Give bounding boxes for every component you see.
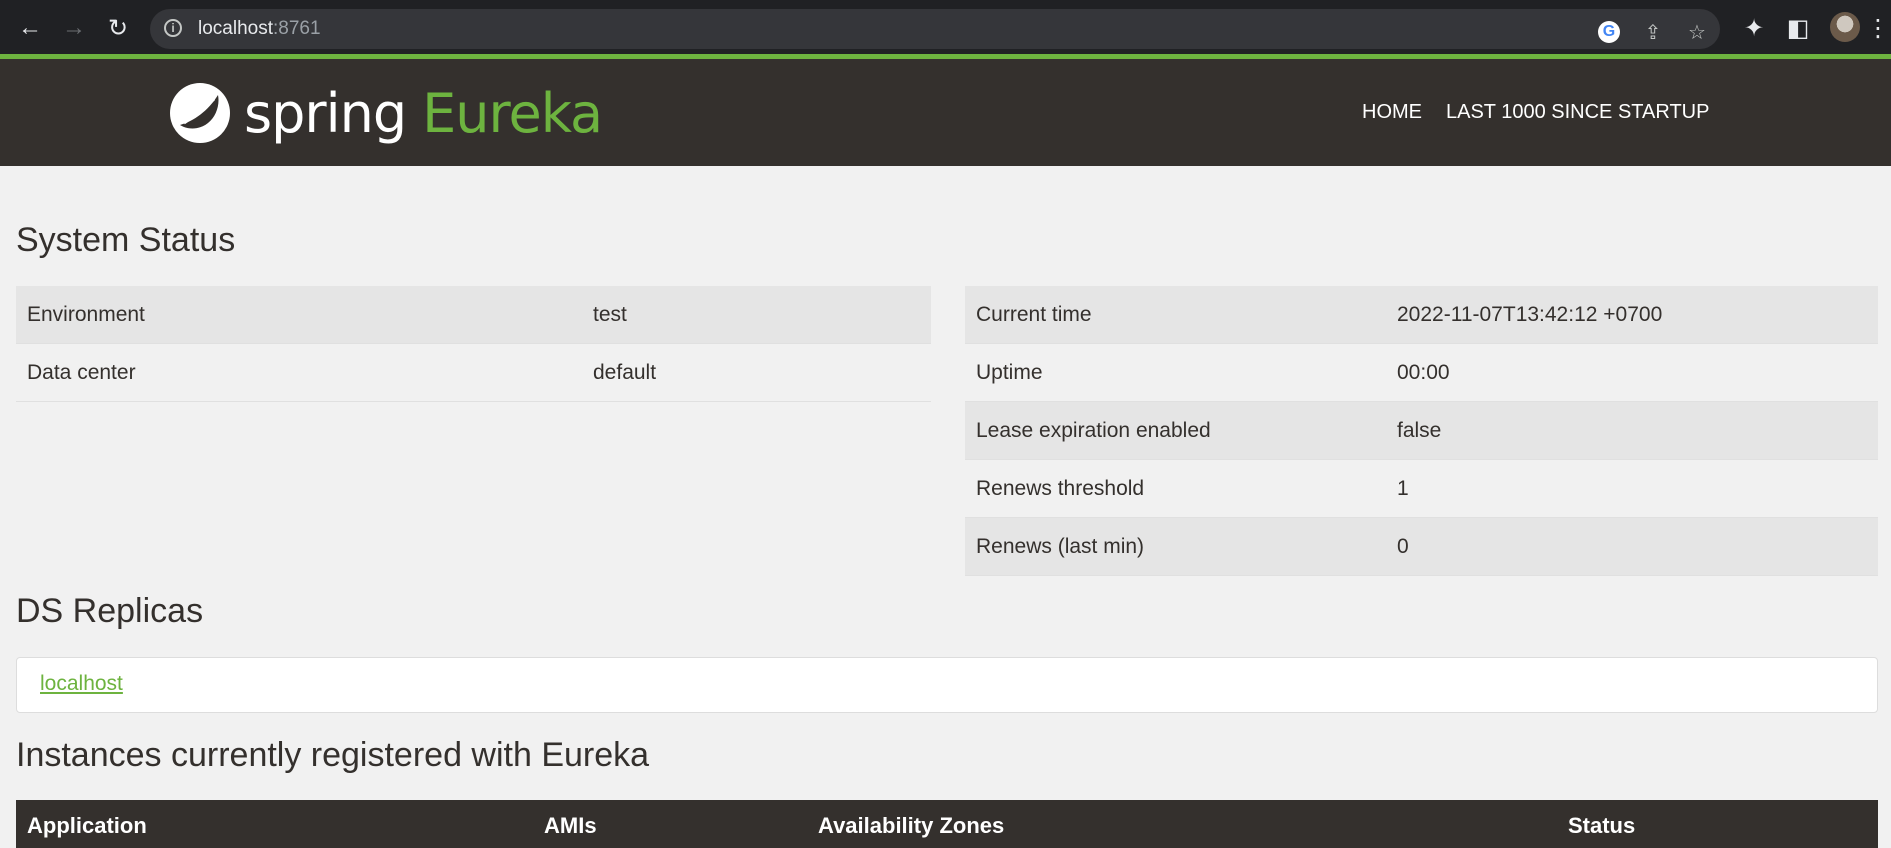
- system-status-right-table: Current time 2022-11-07T13:42:12 +0700 U…: [965, 286, 1878, 576]
- replica-localhost-link[interactable]: localhost: [40, 672, 123, 696]
- menu-dots-icon[interactable]: ⋮: [1866, 10, 1890, 46]
- url-port: :8761: [273, 18, 321, 39]
- back-arrow-icon[interactable]: ←: [12, 10, 48, 46]
- forward-arrow-icon[interactable]: →: [56, 10, 92, 46]
- column-header-status[interactable]: Status: [1568, 813, 1635, 839]
- status-key: Renews threshold: [965, 459, 1386, 518]
- address-bar[interactable]: i localhost:8761 G ⇪ ☆: [150, 9, 1720, 49]
- status-value: 00:00: [1386, 343, 1878, 402]
- instances-heading: Instances currently registered with Eure…: [16, 736, 650, 774]
- table-row: Data center default: [16, 343, 931, 402]
- logo-text-spring: spring: [244, 81, 407, 145]
- browser-toolbar: ← → ↻ i localhost:8761 G ⇪ ☆ ✦ ◧ ⋮: [0, 0, 1891, 54]
- url-text[interactable]: localhost:8761: [198, 18, 321, 40]
- eureka-navbar: spring Eureka HOME LAST 1000 SINCE START…: [0, 59, 1891, 166]
- instances-table-header: Application AMIs Availability Zones Stat…: [16, 800, 1878, 848]
- profile-avatar[interactable]: [1830, 12, 1860, 42]
- system-status-left-table: Environment test Data center default: [16, 286, 931, 402]
- side-panel-icon[interactable]: ◧: [1780, 10, 1816, 46]
- column-header-availability-zones[interactable]: Availability Zones: [818, 813, 1004, 839]
- column-header-application[interactable]: Application: [27, 813, 147, 839]
- table-row: Renews threshold 1: [965, 459, 1878, 518]
- extensions-icon[interactable]: ✦: [1736, 10, 1772, 46]
- nav-home-link[interactable]: HOME: [1362, 101, 1422, 124]
- bookmark-star-icon[interactable]: ☆: [1684, 19, 1710, 45]
- status-key: Renews (last min): [965, 517, 1386, 576]
- status-value: test: [582, 286, 931, 344]
- status-key: Uptime: [965, 343, 1386, 402]
- google-icon[interactable]: G: [1596, 19, 1622, 45]
- spring-leaf-icon: [170, 83, 230, 143]
- status-key: Data center: [16, 343, 582, 402]
- table-row: Renews (last min) 0: [965, 517, 1878, 576]
- nav-last-1000-link[interactable]: LAST 1000 SINCE STARTUP: [1446, 101, 1709, 124]
- share-icon[interactable]: ⇪: [1640, 19, 1666, 45]
- ds-replicas-heading: DS Replicas: [16, 592, 204, 630]
- status-value: default: [582, 343, 931, 402]
- nav-links: HOME LAST 1000 SINCE STARTUP: [1362, 101, 1709, 124]
- status-value: 1: [1386, 459, 1878, 518]
- url-host: localhost: [198, 18, 273, 39]
- status-key: Current time: [965, 286, 1386, 344]
- status-value: 2022-11-07T13:42:12 +0700: [1386, 286, 1878, 344]
- reload-icon[interactable]: ↻: [100, 10, 136, 46]
- column-header-amis[interactable]: AMIs: [544, 813, 597, 839]
- system-status-heading: System Status: [16, 221, 236, 259]
- status-value: false: [1386, 401, 1878, 460]
- status-value: 0: [1386, 517, 1878, 576]
- logo-text-eureka: Eureka: [422, 81, 603, 145]
- status-key: Lease expiration enabled: [965, 401, 1386, 460]
- status-key: Environment: [16, 286, 582, 344]
- ds-replicas-panel: localhost: [16, 657, 1878, 713]
- table-row: Uptime 00:00: [965, 343, 1878, 402]
- site-info-icon[interactable]: i: [164, 19, 182, 37]
- spring-eureka-logo[interactable]: spring Eureka: [168, 81, 603, 145]
- table-row: Current time 2022-11-07T13:42:12 +0700: [965, 286, 1878, 344]
- table-row: Lease expiration enabled false: [965, 401, 1878, 460]
- table-row: Environment test: [16, 286, 931, 344]
